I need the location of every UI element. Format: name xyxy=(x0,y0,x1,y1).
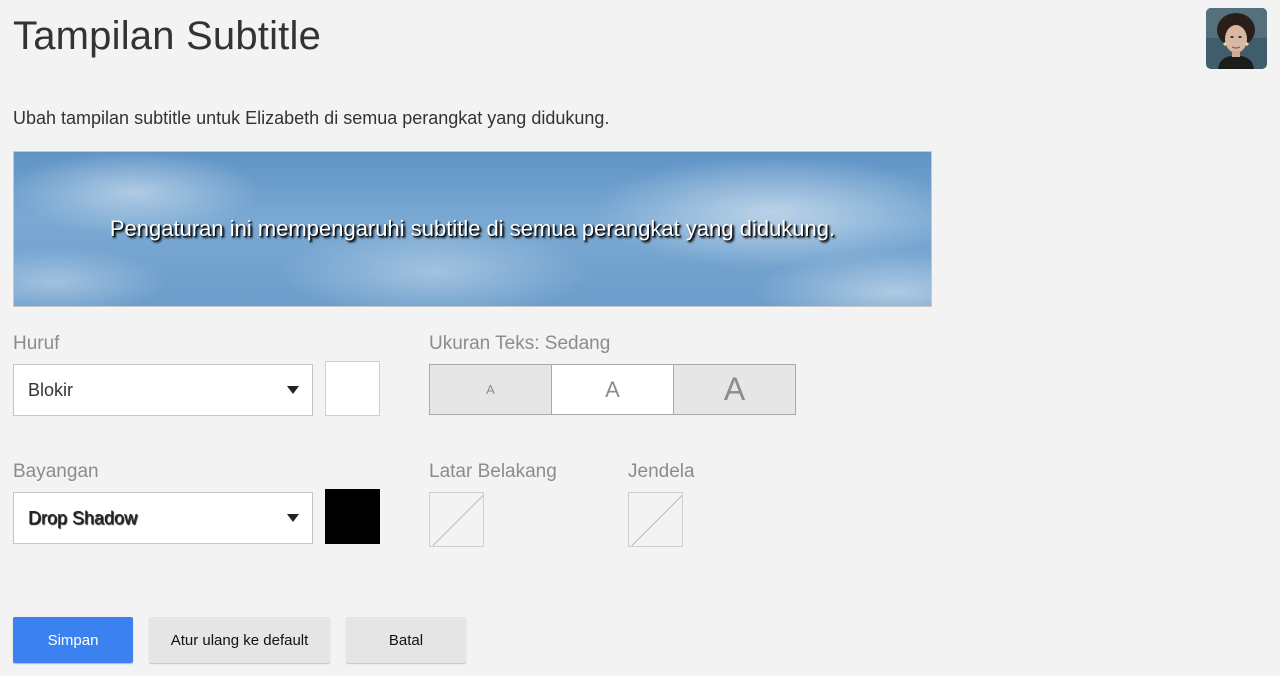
text-size-medium-button[interactable]: A xyxy=(551,365,673,414)
caret-down-icon xyxy=(287,386,299,394)
background-color-swatch[interactable] xyxy=(429,492,484,547)
shadow-select-value: Drop Shadow xyxy=(28,507,138,528)
page-description: Ubah tampilan subtitle untuk Elizabeth d… xyxy=(13,108,610,128)
shadow-color-swatch[interactable] xyxy=(325,489,380,544)
text-size-large-button[interactable]: A xyxy=(673,365,795,414)
avatar-image xyxy=(1206,8,1267,69)
page-title: Tampilan Subtitle xyxy=(13,14,322,58)
font-color-swatch[interactable] xyxy=(325,361,380,416)
window-label: Jendela xyxy=(628,461,695,482)
background-label: Latar Belakang xyxy=(429,461,557,482)
profile-avatar[interactable] xyxy=(1206,8,1267,69)
subtitle-preview-text: Pengaturan ini mempengaruhi subtitle di … xyxy=(109,216,836,241)
subtitle-preview: Pengaturan ini mempengaruhi subtitle di … xyxy=(13,151,932,307)
window-color-swatch[interactable] xyxy=(628,492,683,547)
text-size-toggle-group: A A A xyxy=(429,364,796,415)
caret-down-icon xyxy=(287,514,299,522)
font-select[interactable]: Blokir xyxy=(13,364,313,416)
reset-default-button[interactable]: Atur ulang ke default xyxy=(149,617,330,663)
subtitle-appearance-page: Tampilan Subtitle Ubah tampilan subtitle… xyxy=(0,0,1280,676)
save-button[interactable]: Simpan xyxy=(13,617,133,663)
text-size-small-button[interactable]: A xyxy=(430,365,551,414)
shadow-select[interactable]: Drop Shadow xyxy=(13,492,313,544)
text-size-label: Ukuran Teks: Sedang xyxy=(429,333,611,354)
shadow-label: Bayangan xyxy=(13,461,99,482)
font-select-value: Blokir xyxy=(28,379,74,400)
cancel-button[interactable]: Batal xyxy=(346,617,466,663)
font-label: Huruf xyxy=(13,333,60,354)
